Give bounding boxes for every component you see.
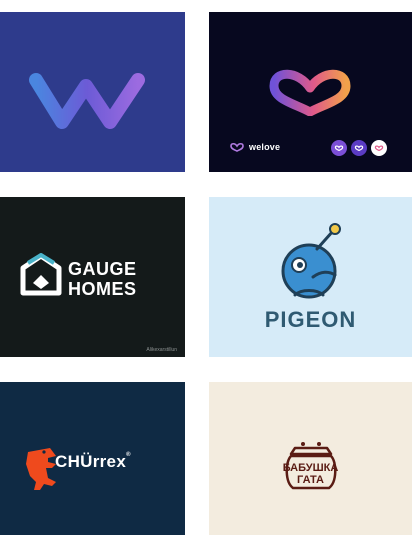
pigeon-wordmark: PIGEON [264,307,357,332]
swatch-white-icon [371,140,387,156]
logo-card-gauge-homes[interactable]: GAUGE HOMES Alikexarstillun [0,197,185,357]
babushka-line1: БАБУШКА [282,462,339,474]
swatch-violet-icon [351,140,367,156]
w-logo-icon [29,73,145,129]
gauge-wordmark-line1: GAUGE [68,259,137,279]
churrex-wordmark-text: CHÜrrex [55,452,127,471]
churrex-wordmark: CHÜrrex® [55,452,131,472]
gauge-wordmark-line2: HOMES [68,279,137,299]
babushka-line2: ГАТА [297,474,324,486]
gauge-homes-wordmark: GAUGE HOMES [68,259,137,299]
logo-card-w[interactable] [0,12,185,172]
welove-small-heart-icon [230,142,244,152]
logo-card-pigeon[interactable]: PIGEON [209,197,412,357]
pigeon-bird-icon [281,223,341,299]
welove-heart-icon [269,69,351,116]
logo-card-churrex[interactable]: CHÜrrex® [0,382,185,535]
welove-variant-swatches [331,140,387,156]
gauge-credit: Alikexarstillun [146,347,177,353]
logo-card-welove[interactable]: welove [209,12,412,172]
welove-brand: welove [229,142,280,152]
swatch-purple-icon [331,140,347,156]
logo-card-babushka-gata[interactable]: БАБУШКА ГАТА [209,382,412,535]
registered-mark: ® [126,452,131,458]
babushka-gata-wordmark: БАБУШКА ГАТА [209,462,412,486]
welove-wordmark: welove [249,142,281,152]
gauge-house-icon [20,253,62,296]
